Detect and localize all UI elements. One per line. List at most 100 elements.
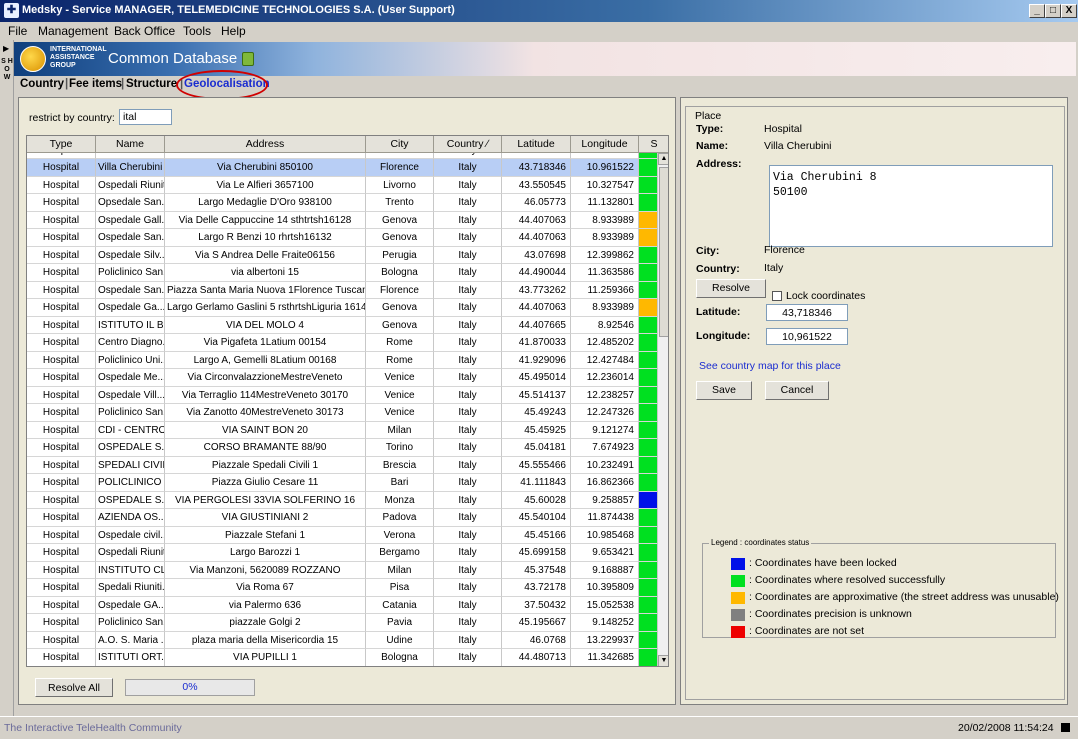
- menu-back-office[interactable]: Back Office: [114, 24, 175, 38]
- table-row[interactable]: Hospital Policlinico San... Via Zanotto 40…: [27, 404, 657, 422]
- table-scrollbar[interactable]: ▲ ▼: [657, 153, 668, 666]
- cell-name: Ospedale Silv...: [96, 246, 165, 264]
- table-row[interactable]: Hospital ISTITUTI ORT... VIA PUPILLI 1 Bolo…: [27, 649, 657, 666]
- table-row[interactable]: Hospital Ospedale civil... Piazzale Stefan…: [27, 526, 657, 544]
- column-header-longitude[interactable]: Longitude: [571, 136, 639, 153]
- status-indicator: [639, 631, 657, 649]
- column-header-status[interactable]: S: [639, 136, 668, 153]
- cell-address: Largo Medaglie D'Oro 938100: [165, 194, 366, 212]
- latitude-input[interactable]: [766, 304, 848, 321]
- tab-country[interactable]: Country: [20, 78, 64, 90]
- table-row[interactable]: Hospital A.O. S. Maria ... plaza maria del…: [27, 631, 657, 649]
- table-row[interactable]: Hospital Ospedale Me... Via Circonvalazzio…: [27, 369, 657, 387]
- table-row[interactable]: Hospital Spedali Riuniti... Via Roma 67 Pis…: [27, 579, 657, 597]
- address-textarea[interactable]: Via Cherubini 8 50100: [769, 165, 1053, 247]
- status-indicator: [639, 491, 657, 509]
- restrict-country-input[interactable]: [119, 109, 172, 125]
- cell-lat: 45.45925: [502, 421, 571, 439]
- table-row[interactable]: Hospital Ospedale Gall... Via Delle Cappuc…: [27, 211, 657, 229]
- resolve-all-button[interactable]: Resolve All: [35, 678, 113, 697]
- show-panel-toggle[interactable]: ▶ S H O W: [0, 40, 14, 716]
- status-indicator: [639, 456, 657, 474]
- cell-address: Via Roma 67: [165, 579, 366, 597]
- lock-coordinates-checkbox[interactable]: [772, 291, 782, 301]
- tab-fee-items[interactable]: Fee items: [69, 78, 122, 90]
- table-row[interactable]: Hospital AZIENDA OS... VIA GIUSTINIANI 2 Pa…: [27, 509, 657, 527]
- column-header-address[interactable]: Address: [165, 136, 366, 153]
- minimize-button[interactable]: _: [1029, 4, 1045, 18]
- cell-name: Villa Cherubini: [96, 159, 165, 177]
- table-row[interactable]: Hospital ISTITUTO IL B... VIA DEL MOLO 4 Ge…: [27, 316, 657, 334]
- longitude-input[interactable]: [766, 328, 848, 345]
- tab-structure[interactable]: Structure: [126, 78, 177, 90]
- cell-lon: 11.132801: [571, 194, 639, 212]
- cell-lon: 10.232491: [571, 456, 639, 474]
- cell-lon: 12.247326: [571, 404, 639, 422]
- title-bar[interactable]: ✚ Medsky - Service MANAGER, TELEMEDICINE…: [0, 0, 1078, 22]
- table-row[interactable]: Hospital Ospedali Riuniti Via Le Alfieri 3…: [27, 176, 657, 194]
- table-row[interactable]: HospitalPOLICLINICO ...Piazza Giulio Ces…: [27, 474, 657, 492]
- status-indicator: [639, 649, 657, 666]
- table-row[interactable]: Hospital Opsedale San... Largo Medaglie D'…: [27, 194, 657, 212]
- cell-country: Italy: [434, 281, 502, 299]
- cell-address: Piazza Santa Maria Nuova 1Florence Tusca…: [165, 281, 366, 299]
- cell-address: Via S Andrea Delle Fraite06156: [165, 246, 366, 264]
- menu-file[interactable]: File: [8, 24, 27, 38]
- table-row[interactable]: Hospital Policlinico Uni... Largo A, Gemel…: [27, 351, 657, 369]
- table-row[interactable]: Hospital Centro Diagno... Via Pigafeta 1La…: [27, 334, 657, 352]
- address-line-1: Via Cherubini 8: [773, 171, 877, 184]
- cell-type: Hospital: [27, 509, 96, 527]
- table-row[interactable]: Hospital Ospedale Vill... Via Terraglio 11…: [27, 386, 657, 404]
- cell-name: ISTITUTO IL B...: [96, 316, 165, 334]
- cell-type: Hospital: [27, 421, 96, 439]
- status-indicator: [639, 596, 657, 614]
- close-button[interactable]: X: [1061, 4, 1077, 18]
- cell-country: Italy: [434, 579, 502, 597]
- table-row[interactable]: Hospital Ospedale Ga... Largo Gerlamo Gasl…: [27, 299, 657, 317]
- save-button[interactable]: Save: [696, 381, 752, 400]
- maximize-button[interactable]: □: [1045, 4, 1061, 18]
- table-row[interactable]: Hospital OSPEDALE S... VIA PERGOLESI 33VIA…: [27, 491, 657, 509]
- cell-type: Hospital: [27, 526, 96, 544]
- scroll-down-icon[interactable]: ▼: [658, 655, 668, 666]
- country-map-link[interactable]: See country map for this place: [699, 360, 841, 372]
- cell-lon: 11.342685: [571, 649, 639, 666]
- table-row[interactable]: Hospital Ospedale Silv... Via S Andrea Del…: [27, 246, 657, 264]
- cell-lon: 9.258857: [571, 491, 639, 509]
- cell-type: Hospital: [27, 404, 96, 422]
- table-row[interactable]: HospitalINSTITUTO CL...Via Manzoni, 5620…: [27, 561, 657, 579]
- table-row[interactable]: Hospital Ospedale GA... via Palermo 636 Cat…: [27, 596, 657, 614]
- table-row[interactable]: Hospital OSPEDALE S... CORSO BRAMANTE 88/9…: [27, 439, 657, 457]
- cell-city: Livorno: [366, 176, 434, 194]
- column-header-country[interactable]: Country ∕: [434, 136, 502, 153]
- table-row[interactable]: HospitalCDI - CENTRO...VIA SAINT BON 20M…: [27, 421, 657, 439]
- table-row[interactable]: Hospital Policlinico San... piazzale Golgi…: [27, 614, 657, 632]
- cancel-button[interactable]: Cancel: [765, 381, 829, 400]
- menu-tools[interactable]: Tools: [183, 24, 211, 38]
- resolve-button[interactable]: Resolve: [696, 279, 766, 298]
- cell-city: Genova: [366, 299, 434, 317]
- table-row[interactable]: Hospital Policlinico San... via albertoni …: [27, 264, 657, 282]
- column-header-city[interactable]: City: [366, 136, 434, 153]
- cell-name: ISTITUTI ORT...: [96, 649, 165, 666]
- table-row[interactable]: HospitalVilla CherubiniVia Cherubini 850…: [27, 159, 657, 177]
- column-header-latitude[interactable]: Latitude: [502, 136, 571, 153]
- column-header-type[interactable]: Type: [27, 136, 96, 153]
- cell-address: Via CirconvalazzioneMestreVeneto: [165, 369, 366, 387]
- scroll-thumb[interactable]: [659, 167, 668, 337]
- legend-text: : Coordinates have been locked: [749, 557, 897, 569]
- cell-name: AZIENDA OS...: [96, 509, 165, 527]
- cell-city: Rome: [366, 351, 434, 369]
- cell-country: Italy: [434, 264, 502, 282]
- table-row[interactable]: Hospital SPEDALI CIVILI Piazzale Spedali C…: [27, 456, 657, 474]
- scroll-up-icon[interactable]: ▲: [658, 153, 668, 165]
- cell-lon: 12.236014: [571, 369, 639, 387]
- column-header-name[interactable]: Name: [96, 136, 165, 153]
- cell-lon: 8.933989: [571, 299, 639, 317]
- menu-help[interactable]: Help: [221, 24, 246, 38]
- table-row[interactable]: Hospital Ospedali Riuniti Largo Barozzi 1B…: [27, 544, 657, 562]
- menu-management[interactable]: Management: [38, 24, 108, 38]
- table-row[interactable]: Hospital Ospedale San... Piazza Santa Mari…: [27, 281, 657, 299]
- table-row[interactable]: Hospital Ospedale San... Largo R Benzi 10 …: [27, 229, 657, 247]
- cell-city: Torino: [366, 439, 434, 457]
